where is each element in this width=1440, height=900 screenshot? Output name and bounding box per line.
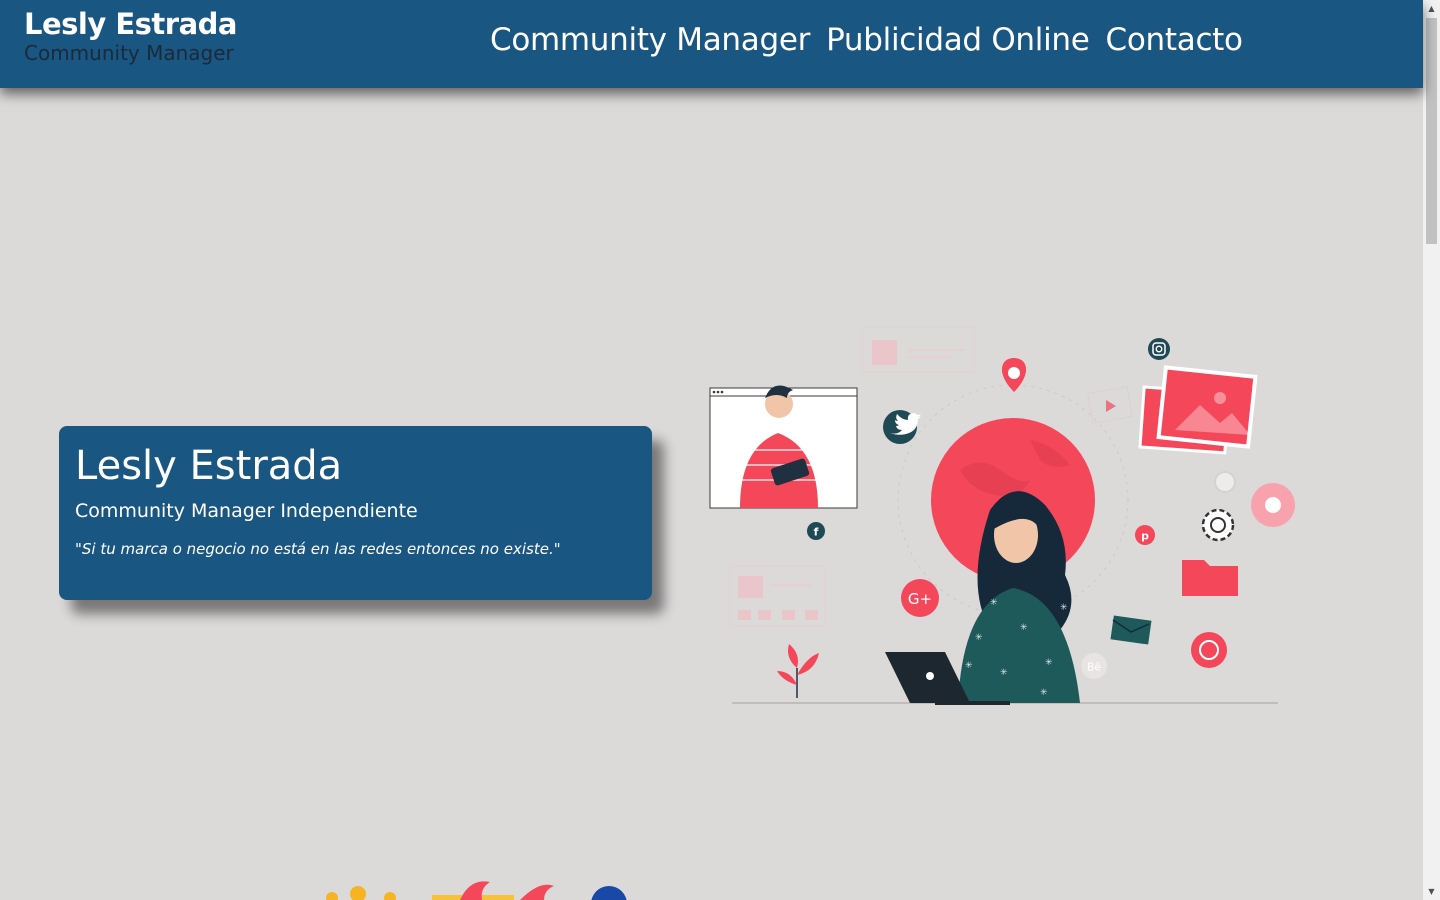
svg-text:G+: G+ (908, 590, 932, 608)
scroll-up-icon[interactable]: ▲ (1423, 0, 1440, 17)
man-in-window (709, 385, 858, 509)
background-panel-top (861, 326, 975, 373)
instagram-icon (1148, 338, 1170, 360)
coin-icon (384, 892, 396, 900)
svg-text:✳: ✳ (965, 661, 973, 671)
nav-link-community-manager[interactable]: Community Manager (490, 18, 810, 62)
gear-icon-pink (1251, 483, 1295, 527)
social-media-illustration: ✳ ✳ ✳ ✳ ✳ ✳ ✳ ✳ f p G+ Bē (709, 326, 1295, 705)
hero-subtitle: Community Manager Independiente (75, 500, 418, 522)
svg-text:✳: ✳ (975, 633, 983, 643)
pinterest-icon: p (1135, 525, 1155, 545)
brand-name[interactable]: Lesly Estrada (24, 6, 237, 42)
svg-text:Bē: Bē (1087, 661, 1102, 674)
svg-text:✳: ✳ (990, 598, 998, 608)
coin-icon (326, 892, 338, 900)
vertical-scrollbar[interactable]: ▲ ▼ (1423, 0, 1440, 900)
svg-text:✳: ✳ (1020, 623, 1028, 633)
gear-icon (1201, 508, 1235, 542)
location-pin-icon (1001, 358, 1027, 392)
next-section-illustration (326, 881, 627, 900)
behance-icon: Bē (1081, 653, 1107, 679)
brand[interactable]: Lesly Estrada Community Manager (24, 6, 237, 66)
hero-card: Lesly Estrada Community Manager Independ… (59, 426, 652, 600)
video-play-icon (1087, 386, 1133, 424)
scroll-down-icon[interactable]: ▼ (1423, 883, 1440, 900)
plant-icon (777, 644, 819, 698)
folder-icon (1182, 560, 1238, 596)
gear-icon-small (1214, 471, 1236, 493)
mail-icon (1110, 615, 1152, 645)
nav-link-publicidad-online[interactable]: Publicidad Online (826, 18, 1090, 62)
photo-frames (1138, 365, 1258, 455)
svg-text:p: p (1141, 530, 1149, 543)
facebook-icon: f (807, 522, 825, 540)
coin-icon (350, 886, 366, 900)
hero-title: Lesly Estrada (75, 443, 343, 489)
svg-text:✳: ✳ (1060, 603, 1068, 613)
circle-shape (591, 886, 627, 900)
background-panel-left (729, 565, 826, 627)
brand-tagline: Community Manager (24, 41, 234, 65)
nav-link-contacto[interactable]: Contacto (1106, 18, 1243, 62)
hero-quote: "Si tu marca o negocio no está en las re… (75, 540, 561, 558)
google-plus-icon: G+ (901, 579, 939, 617)
main-nav: Community Manager Publicidad Online Cont… (490, 18, 1243, 62)
flame-shape (520, 884, 554, 900)
svg-text:✳: ✳ (1000, 668, 1008, 678)
scrollbar-thumb[interactable] (1426, 18, 1437, 244)
svg-text:✳: ✳ (1045, 658, 1053, 668)
svg-text:✳: ✳ (1040, 688, 1048, 698)
whatsapp-icon (1191, 632, 1227, 668)
site-header: Lesly Estrada Community Manager Communit… (0, 0, 1423, 88)
svg-text:f: f (814, 526, 819, 539)
